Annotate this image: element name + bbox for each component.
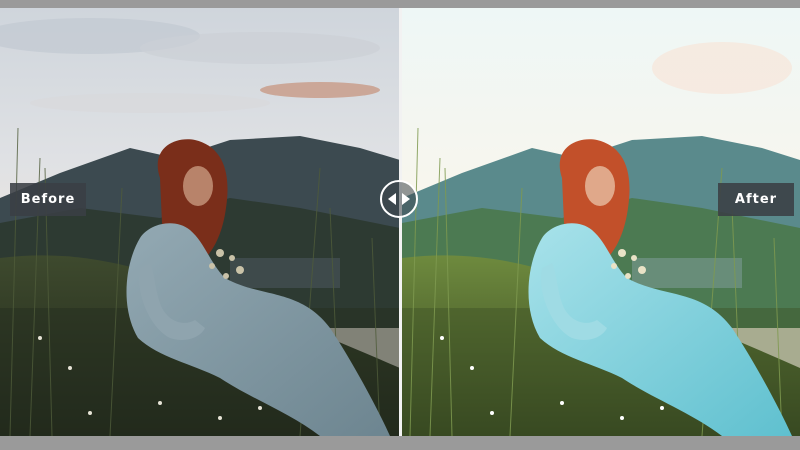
frame-bottom-border	[0, 436, 800, 450]
after-label: After	[718, 183, 794, 216]
before-image	[0, 8, 400, 436]
after-image	[402, 8, 800, 436]
before-after-comparison: Before After	[0, 0, 800, 450]
comparison-divider[interactable]	[399, 8, 402, 436]
left-right-arrows-icon	[388, 190, 410, 209]
comparison-slider-handle[interactable]	[380, 180, 418, 218]
before-photo	[0, 8, 400, 436]
before-label: Before	[10, 183, 86, 216]
after-photo	[402, 8, 800, 436]
frame-top-border	[0, 0, 800, 8]
